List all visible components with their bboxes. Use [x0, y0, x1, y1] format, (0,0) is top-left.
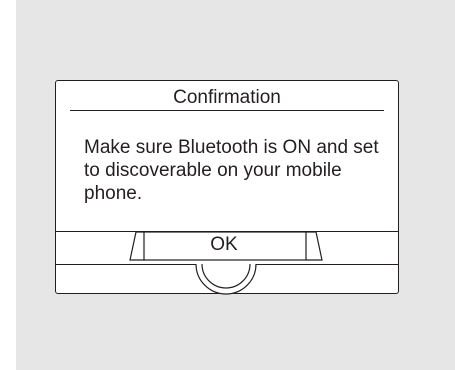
dialog-title: Confirmation — [173, 87, 281, 108]
title-divider — [70, 110, 384, 111]
confirmation-dialog: Confirmation Make sure Bluetooth is ON a… — [55, 80, 399, 295]
dialog-message: Make sure Bluetooth is ON and set to dis… — [84, 137, 379, 204]
ok-button[interactable]: OK — [144, 232, 304, 260]
